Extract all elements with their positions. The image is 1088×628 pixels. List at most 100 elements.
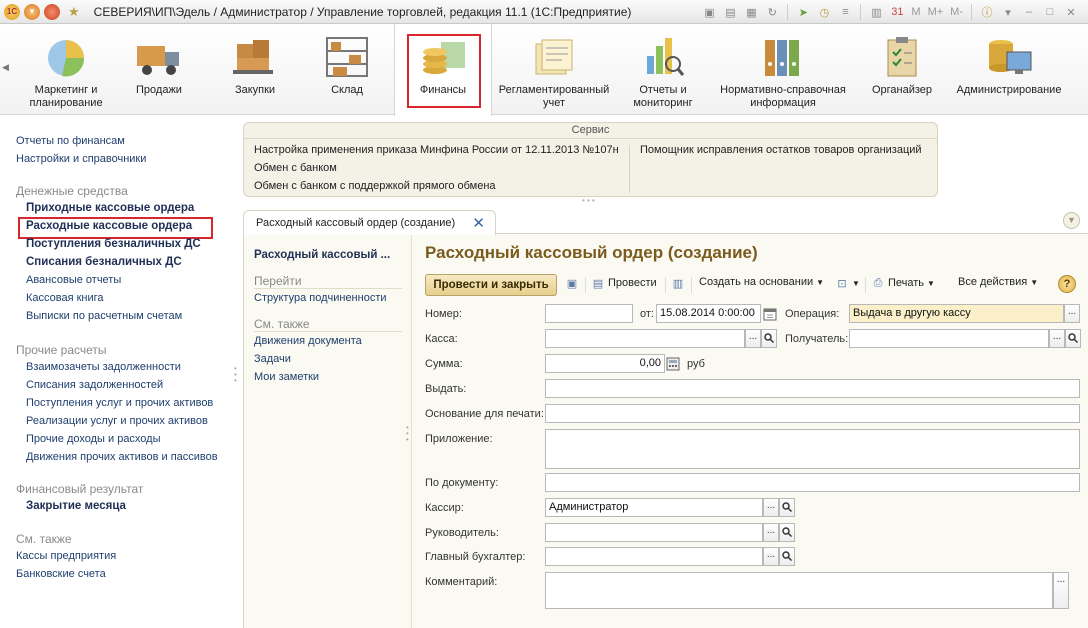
choose-cashier-button[interactable]: ...: [763, 498, 779, 517]
formnav-subordination[interactable]: Структура подчиненности: [254, 292, 387, 304]
edit-comment-button[interactable]: ...: [1053, 572, 1069, 609]
chief-accountant-input[interactable]: [545, 547, 763, 566]
search-icon[interactable]: [761, 329, 777, 348]
post-and-close-button[interactable]: Провести и закрыть: [425, 274, 557, 296]
service-link[interactable]: Обмен с банком с поддержкой прямого обме…: [254, 179, 619, 197]
help-button[interactable]: ?: [1058, 275, 1076, 293]
calendar-icon[interactable]: 31: [888, 4, 906, 20]
nav-services-receipts[interactable]: Поступления услуг и прочих активов: [26, 397, 213, 409]
navigate-forward-icon[interactable]: ➤: [794, 4, 812, 20]
section-reference[interactable]: Нормативно-справочная информация: [716, 24, 850, 115]
print-button[interactable]: ⎙ Печать ▼: [871, 276, 935, 290]
choose-head-button[interactable]: ...: [763, 523, 779, 542]
section-finance[interactable]: Финансы: [394, 24, 492, 116]
favorites-star-icon[interactable]: ★: [68, 4, 80, 20]
register-button[interactable]: ▥: [671, 276, 688, 290]
nav-other-assets-movements[interactable]: Движения прочих активов и пассивов: [26, 451, 218, 463]
save-doc-button[interactable]: ▣: [565, 276, 582, 290]
calendar-icon[interactable]: [763, 307, 777, 321]
all-actions-button[interactable]: Все действия ▼: [958, 276, 1038, 288]
preview-icon[interactable]: ▦: [742, 4, 760, 20]
nav-debt-writeoffs[interactable]: Списания задолженностей: [26, 379, 163, 391]
service-link[interactable]: Настройка применения приказа Минфина Рос…: [254, 143, 619, 161]
minimize-icon[interactable]: –: [1020, 4, 1038, 20]
search-icon[interactable]: [1065, 329, 1081, 348]
list-icon[interactable]: ≡: [836, 4, 854, 20]
create-based-button[interactable]: Создать на основании ▼: [699, 276, 824, 288]
basis-input[interactable]: [545, 404, 1080, 423]
nav-services-sales[interactable]: Реализации услуг и прочих активов: [26, 415, 208, 427]
main-menu-button[interactable]: ▾: [24, 3, 40, 20]
section-organizer[interactable]: Органайзер: [864, 24, 940, 115]
section-regulated[interactable]: Регламентированный учет: [494, 24, 614, 115]
nav-bank-accounts[interactable]: Банковские счета: [16, 568, 106, 580]
recipient-input[interactable]: [849, 329, 1049, 348]
section-sales[interactable]: Продажи: [118, 24, 200, 115]
memory-minus-button[interactable]: M-: [948, 6, 965, 18]
refresh-icon[interactable]: ↻: [763, 4, 781, 20]
memory-m-button[interactable]: M: [909, 6, 922, 18]
search-icon[interactable]: [779, 498, 795, 517]
head-input[interactable]: [545, 523, 763, 542]
nav-month-closing[interactable]: Закрытие месяца: [26, 500, 126, 512]
nav-cashless-receipts[interactable]: Поступления безналичных ДС: [26, 238, 201, 250]
section-purchases[interactable]: Закупки: [214, 24, 296, 115]
print-icon[interactable]: ▤: [721, 4, 739, 20]
nav-bank-statements[interactable]: Выписки по расчетным счетам: [26, 310, 182, 322]
comment-input[interactable]: [545, 572, 1053, 609]
nav-incoming-cash-orders[interactable]: Приходные кассовые ордера: [26, 202, 194, 214]
search-icon[interactable]: [779, 523, 795, 542]
nav-advance-reports[interactable]: Авансовые отчеты: [26, 274, 121, 286]
formnav-movements[interactable]: Движения документа: [254, 335, 362, 347]
nav-settings[interactable]: Настройки и справочники: [16, 153, 146, 165]
service-link[interactable]: Помощник исправления остатков товаров ор…: [640, 143, 922, 161]
nav-finance-reports[interactable]: Отчеты по финансам: [16, 135, 125, 147]
choose-chief-accountant-button[interactable]: ...: [763, 547, 779, 566]
calculator-icon[interactable]: ▥: [867, 4, 885, 20]
section-reports[interactable]: Отчеты и мониторинг: [620, 24, 706, 115]
nav-debt-offsets[interactable]: Взаимозачеты задолженности: [26, 361, 181, 373]
chevron-down-icon[interactable]: ▾: [999, 4, 1017, 20]
choose-recipient-button[interactable]: ...: [1049, 329, 1065, 348]
splitter-handle[interactable]: • • •: [234, 365, 237, 385]
cashier-input[interactable]: Администратор: [545, 498, 763, 517]
splitter-handle[interactable]: • • •: [406, 424, 409, 444]
section-admin[interactable]: Администрирование: [950, 24, 1068, 115]
tab-outgoing-cash-order[interactable]: Расходный кассовый ордер (создание) ✕: [243, 210, 496, 235]
splitter-handle[interactable]: • • •: [582, 197, 595, 205]
by-document-input[interactable]: [545, 473, 1080, 492]
maximize-icon[interactable]: □: [1041, 4, 1059, 20]
amount-input[interactable]: 0,00: [545, 354, 665, 373]
nav-other-income[interactable]: Прочие доходы и расходы: [26, 433, 161, 445]
save-icon[interactable]: ▣: [700, 4, 718, 20]
nav-company-cashboxes[interactable]: Кассы предприятия: [16, 550, 116, 562]
post-button[interactable]: ▤ Провести: [591, 276, 657, 290]
formnav-main[interactable]: Расходный кассовый ...: [254, 249, 390, 261]
service-link[interactable]: Обмен с банком: [254, 161, 619, 179]
search-icon[interactable]: [779, 547, 795, 566]
calculator-icon[interactable]: [666, 357, 680, 371]
section-warehouse[interactable]: Склад: [306, 24, 388, 115]
formnav-tasks[interactable]: Задачи: [254, 353, 291, 365]
scroll-left-icon[interactable]: ◀: [2, 62, 9, 73]
issue-input[interactable]: [545, 379, 1080, 398]
choose-cashbox-button[interactable]: ...: [745, 329, 761, 348]
info-icon[interactable]: ⓘ: [978, 4, 996, 20]
number-input[interactable]: [545, 304, 633, 323]
related-docs-button[interactable]: ⊡ ▼: [835, 276, 860, 290]
close-tab-icon[interactable]: ✕: [472, 214, 485, 232]
choose-operation-button[interactable]: ...: [1064, 304, 1080, 323]
nav-cash-book[interactable]: Кассовая книга: [26, 292, 104, 304]
section-marketing[interactable]: Маркетинг и планирование: [18, 24, 114, 115]
date-input[interactable]: 15.08.2014 0:00:00: [656, 304, 761, 323]
formnav-notes[interactable]: Мои заметки: [254, 371, 319, 383]
close-window-icon[interactable]: ✕: [1062, 4, 1080, 20]
chevron-down-icon[interactable]: ▼: [1063, 212, 1080, 229]
history-icon[interactable]: ◷: [815, 4, 833, 20]
nav-cashless-writeoffs[interactable]: Списания безналичных ДС: [26, 256, 182, 268]
cashbox-input[interactable]: [545, 329, 745, 348]
memory-plus-button[interactable]: M+: [926, 6, 946, 18]
operation-select[interactable]: Выдача в другую кассу: [849, 304, 1064, 323]
close-icon-button[interactable]: [44, 3, 60, 20]
attachment-input[interactable]: [545, 429, 1080, 469]
